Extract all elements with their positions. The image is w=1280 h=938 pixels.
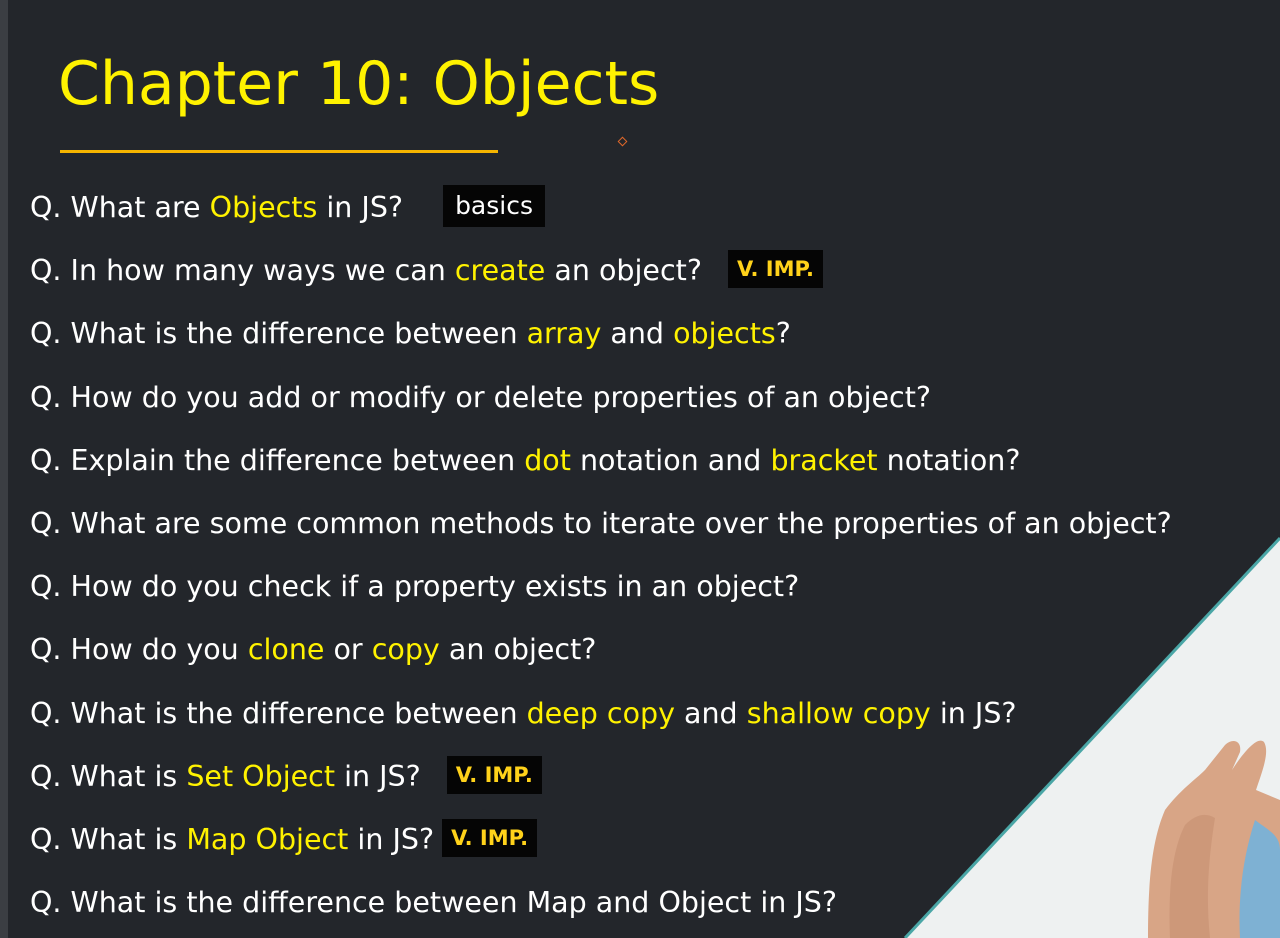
question-item: Q. In how many ways we can create an obj…: [30, 239, 1172, 302]
question-text: notation and: [570, 443, 771, 477]
question-text: Q. What is the difference between: [30, 317, 527, 351]
question-item: Q. What is the difference between Map an…: [30, 871, 1172, 934]
question-text: and: [674, 696, 747, 730]
question-text: Q. Explain the difference between: [30, 443, 525, 477]
question-item: Q. What is Set Object in JS? V. IMP.: [30, 745, 1172, 808]
title-underline: [60, 150, 498, 153]
question-text: Q. What are: [30, 191, 210, 224]
question-item: Q. What is the difference between array …: [30, 302, 1172, 365]
question-text: an object?: [439, 633, 597, 667]
question-text: in JS?: [930, 696, 1017, 730]
question-text: Q. What is: [30, 759, 187, 793]
question-item: Q. How do you add or modify or delete pr…: [30, 366, 1172, 429]
question-text: in JS?: [317, 191, 404, 224]
highlighted-term: Set Object: [186, 759, 336, 793]
question-text: Q. What is: [30, 822, 187, 856]
question-item: Q. How do you check if a property exists…: [30, 555, 1172, 618]
highlighted-term: array: [526, 317, 602, 351]
highlighted-term: create: [454, 254, 546, 288]
question-text: Q. How do you add or modify or delete pr…: [30, 380, 932, 414]
importance-tag: V. IMP.: [727, 250, 824, 289]
page-title: Chapter 10: Objects: [58, 49, 660, 119]
highlighted-term: copy: [371, 633, 440, 667]
question-item: Q. What are Objects in JS? basics: [30, 176, 1172, 239]
question-item: Q. How do you clone or copy an object?: [30, 618, 1172, 681]
question-text: and: [601, 317, 674, 351]
highlighted-term: shallow copy: [746, 696, 931, 730]
question-text: Q. What is the difference between: [30, 696, 527, 730]
question-text: Q. What are some common methods to itera…: [30, 506, 1172, 540]
question-text: Q. How do you: [30, 633, 248, 667]
highlighted-term: Objects: [209, 191, 318, 224]
importance-tag: V. IMP.: [442, 818, 538, 857]
question-item: Q. What are some common methods to itera…: [30, 492, 1172, 555]
question-item: Q. Explain the difference between dot no…: [30, 429, 1172, 492]
question-text: Q. How do you check if a property exists…: [30, 570, 800, 604]
question-text: an object?: [545, 254, 702, 288]
question-text: or: [324, 633, 372, 667]
highlighted-term: dot: [524, 443, 571, 477]
question-list: Q. What are Objects in JS? basics Q. In ho…: [30, 176, 1172, 934]
question-item: Q. What is the difference between deep c…: [30, 682, 1172, 745]
question-text: ?: [775, 317, 791, 351]
highlighted-term: deep copy: [526, 696, 675, 730]
highlighted-term: clone: [247, 633, 325, 667]
question-text: in JS?: [348, 822, 435, 856]
highlighted-term: objects: [673, 317, 776, 351]
question-text: notation?: [877, 443, 1021, 477]
highlighted-term: bracket: [770, 443, 878, 477]
question-item: Q. What is Map Object in JS? V. IMP.: [30, 808, 1172, 871]
question-text: Q. In how many ways we can: [30, 254, 455, 288]
basics-tag: basics: [443, 185, 545, 227]
question-text: Q. What is the difference between Map an…: [30, 886, 838, 920]
importance-tag: V. IMP.: [446, 755, 542, 794]
highlighted-term: Map Object: [186, 822, 349, 856]
question-text: in JS?: [335, 759, 421, 793]
